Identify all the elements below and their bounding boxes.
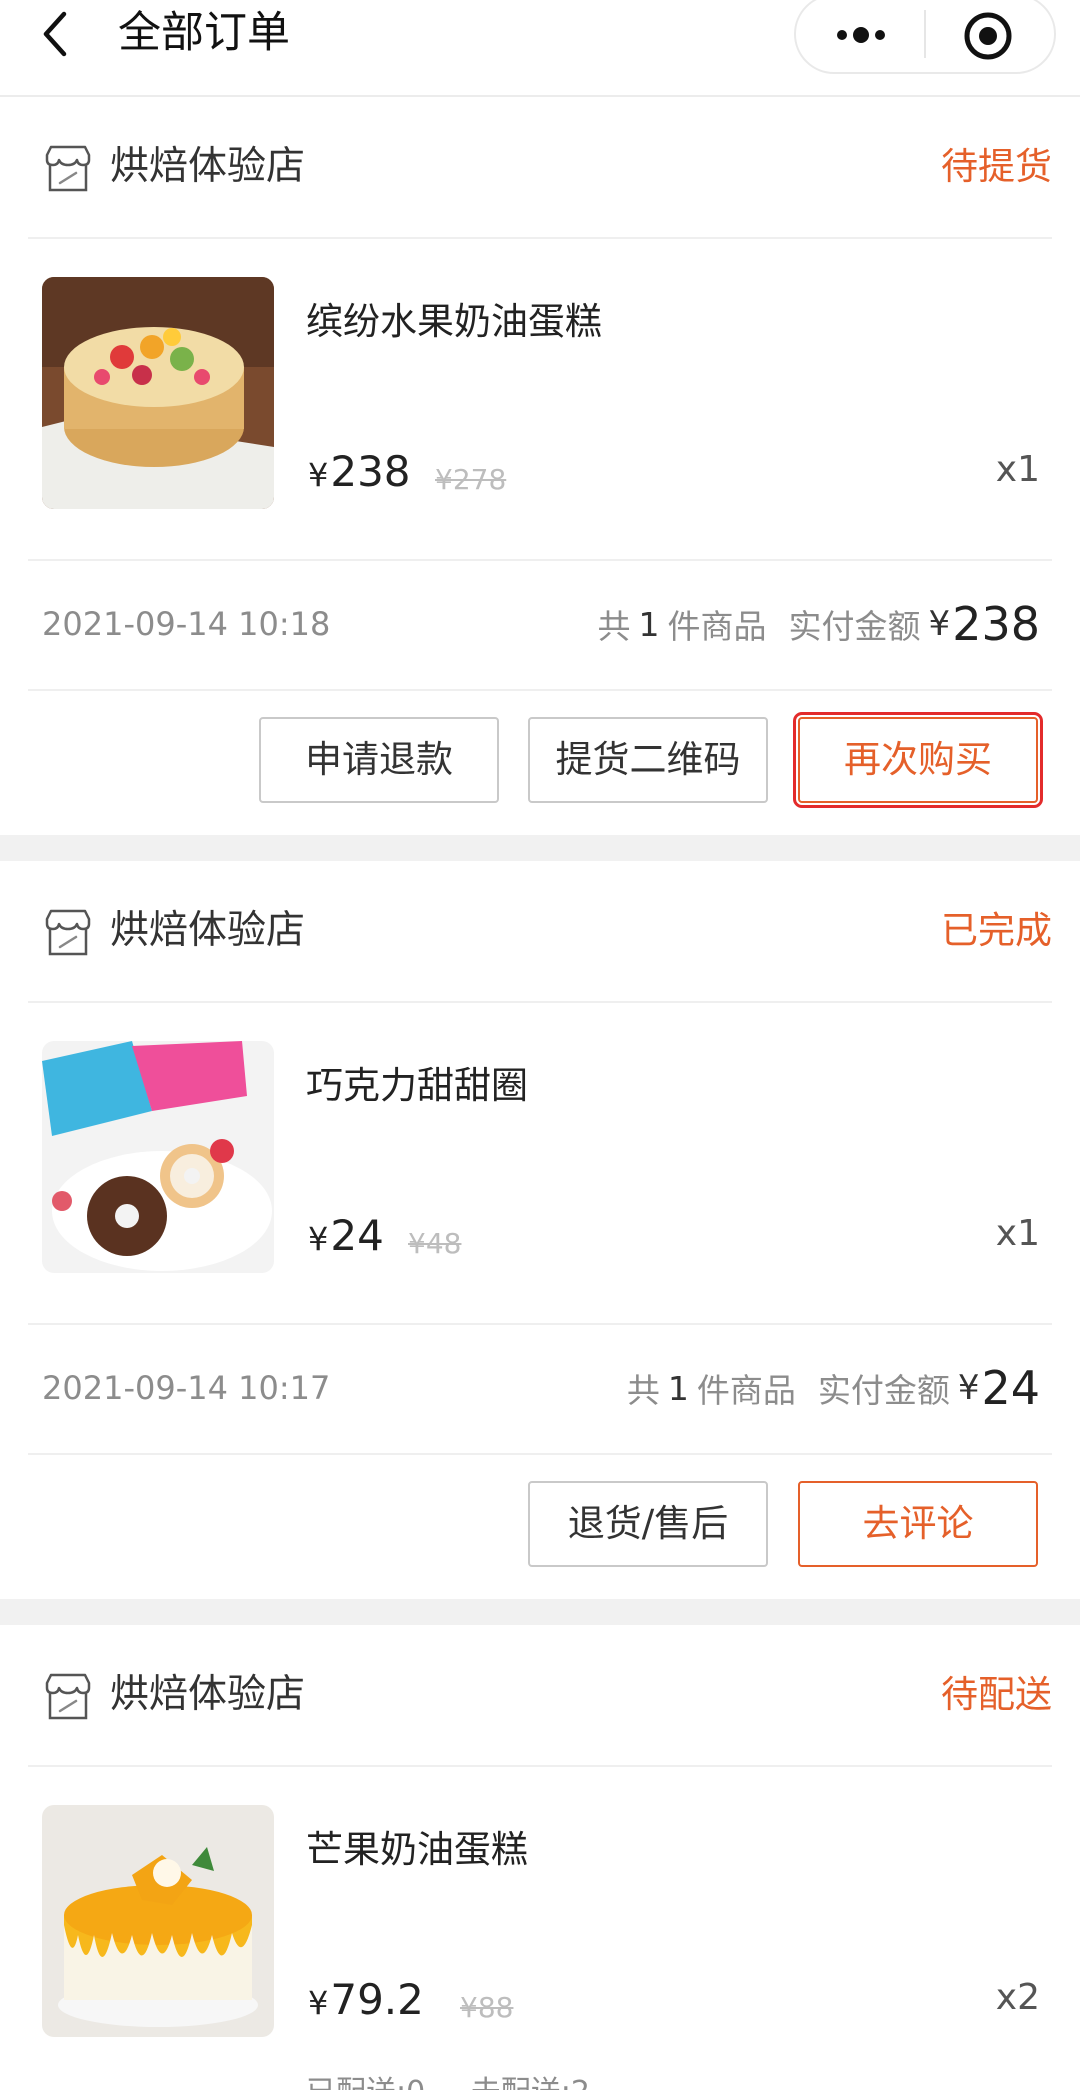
price-value: 24 <box>330 1211 384 1260</box>
store-icon <box>45 909 91 956</box>
product-title: 芒果奶油蛋糕 <box>306 1828 528 1871</box>
order-actions: 申请退款 提货二维码 再次购买 <box>0 689 1080 831</box>
shop-name[interactable]: 烘焙体验店 <box>110 861 305 1001</box>
count-prefix: 共 <box>626 1371 660 1410</box>
order-date: 2021-09-14 10:18 <box>42 605 331 643</box>
order-total: 共 1 件商品 实付金额 ¥ 238 <box>598 559 1040 689</box>
store-icon <box>45 145 91 192</box>
product-quantity: x1 <box>995 449 1040 490</box>
original-price: ¥48 <box>408 1227 462 1260</box>
order-total: 共 1 件商品 实付金额 ¥ 24 <box>627 1323 1040 1453</box>
more-dots-icon[interactable] <box>830 14 892 56</box>
order-item[interactable]: 芒果奶油蛋糕 ¥79.2 ¥88 x2 <box>28 1765 1052 2087</box>
item-count: 1 <box>667 1368 689 1408</box>
currency-symbol: ¥ <box>957 1368 980 1408</box>
delivery-status: 已配送:0 未配送:2 <box>306 2067 590 2090</box>
currency-symbol: ¥ <box>308 456 329 494</box>
delivered-count: 已配送:0 <box>306 2075 425 2090</box>
navigation-bar: 全部订单 <box>0 0 1080 97</box>
order-summary: 2021-09-14 10:18 共 1 件商品 实付金额 ¥ 238 <box>28 559 1052 691</box>
original-price: ¥278 <box>435 463 507 496</box>
count-suffix: 件商品 <box>667 607 767 646</box>
product-quantity: x1 <box>995 1213 1040 1254</box>
order-status: 待配送 <box>941 1673 1052 1716</box>
capsule-divider <box>924 10 926 58</box>
paid-label: 实付金额 <box>817 1371 950 1410</box>
order-item[interactable]: 缤纷水果奶油蛋糕 ¥238 ¥278 x1 <box>28 237 1052 561</box>
product-title: 巧克力甜甜圈 <box>306 1064 528 1107</box>
product-price: ¥79.2 <box>308 1975 424 2024</box>
order-card: 烘焙体验店 已完成 巧克力甜甜圈 ¥24 ¥48 x1 2021-09-14 1… <box>0 861 1080 1599</box>
order-date: 2021-09-14 10:17 <box>42 1369 331 1407</box>
product-price: ¥24 <box>308 1211 384 1260</box>
pending-count: 未配送:2 <box>471 2075 590 2090</box>
product-image-fruit-cake[interactable] <box>42 277 274 509</box>
currency-symbol: ¥ <box>308 1220 329 1258</box>
card-separator <box>0 835 1080 861</box>
product-image-donut[interactable] <box>42 1041 274 1273</box>
shop-header: 烘焙体验店 待提货 <box>28 97 1052 239</box>
shop-header: 烘焙体验店 已完成 <box>28 861 1052 1003</box>
shop-name[interactable]: 烘焙体验店 <box>110 1625 305 1765</box>
review-button[interactable]: 去评论 <box>798 1481 1038 1567</box>
refund-button[interactable]: 申请退款 <box>259 717 499 803</box>
order-status: 待提货 <box>941 145 1052 188</box>
count-suffix: 件商品 <box>696 1371 796 1410</box>
target-close-icon[interactable] <box>962 10 1014 62</box>
order-card: 烘焙体验店 待提货 缤纷水果奶油蛋糕 ¥238 ¥278 x1 2021-09-… <box>0 97 1080 835</box>
price-value: 238 <box>330 447 411 496</box>
card-separator <box>0 1599 1080 1625</box>
count-prefix: 共 <box>597 607 631 646</box>
order-card: 烘焙体验店 待配送 芒果奶油蛋糕 ¥79.2 ¥88 x2 已配送:0 未配送:… <box>0 1625 1080 2090</box>
chevron-left-icon[interactable] <box>30 6 86 62</box>
paid-label: 实付金额 <box>788 607 921 646</box>
original-price: ¥88 <box>460 1991 514 2024</box>
order-status: 已完成 <box>941 909 1052 952</box>
order-summary: 2021-09-14 10:17 共 1 件商品 实付金额 ¥ 24 <box>28 1323 1052 1455</box>
item-count: 1 <box>638 604 660 644</box>
pickup-qr-button[interactable]: 提货二维码 <box>528 717 768 803</box>
buy-again-button[interactable]: 再次购买 <box>793 712 1043 808</box>
product-title: 缤纷水果奶油蛋糕 <box>306 300 602 343</box>
currency-symbol: ¥ <box>308 1984 329 2022</box>
order-actions: 退货/售后 去评论 <box>0 1453 1080 1595</box>
price-value: 79.2 <box>330 1975 424 2024</box>
order-item[interactable]: 巧克力甜甜圈 ¥24 ¥48 x1 <box>28 1001 1052 1325</box>
product-image-mango-cake[interactable] <box>42 1805 274 2037</box>
paid-amount: 24 <box>981 1361 1040 1415</box>
product-quantity: x2 <box>995 1977 1040 2018</box>
product-price: ¥238 <box>308 447 411 496</box>
shop-header: 烘焙体验店 待配送 <box>28 1625 1052 1767</box>
store-icon <box>45 1673 91 1720</box>
paid-amount: 238 <box>952 597 1040 651</box>
shop-name[interactable]: 烘焙体验店 <box>110 97 305 237</box>
page-title: 全部订单 <box>118 8 290 58</box>
currency-symbol: ¥ <box>928 604 951 644</box>
mini-program-capsule <box>794 0 1056 74</box>
return-after-sales-button[interactable]: 退货/售后 <box>528 1481 768 1567</box>
